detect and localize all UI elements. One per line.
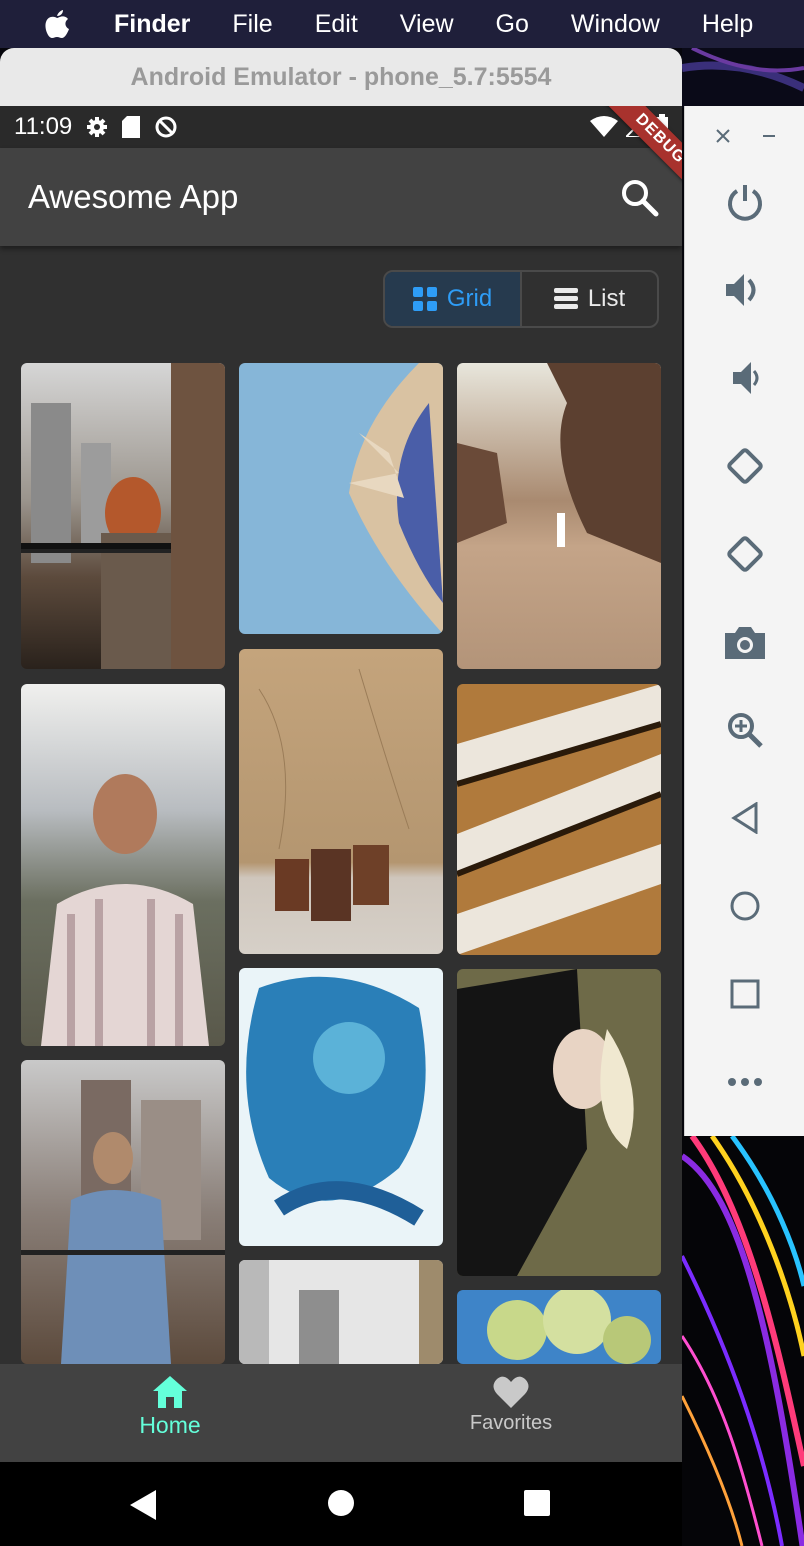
home-circle-icon[interactable]	[328, 1490, 354, 1516]
desktop-wallpaper	[682, 1136, 804, 1546]
city-buildings-image	[239, 1260, 443, 1364]
woman-sequin-dress-image	[457, 969, 634, 1276]
menu-help[interactable]: Help	[702, 10, 753, 39]
list-icon	[553, 288, 578, 309]
menu-file[interactable]: File	[232, 10, 272, 39]
list-view-button[interactable]: List	[522, 272, 657, 326]
menu-view[interactable]: View	[400, 10, 454, 39]
view-toggle: Grid List	[383, 270, 659, 328]
sculpture-sky-image	[349, 363, 443, 634]
man-denim-jacket-image	[21, 1080, 225, 1364]
blue-flower-paint-image	[246, 976, 426, 1226]
person-on-beach-image	[457, 363, 661, 563]
home-icon	[153, 1376, 187, 1408]
emulator-overview-icon[interactable]	[723, 972, 767, 1016]
emulator-window-title: Android Emulator - phone_5.7:5554	[0, 48, 682, 106]
drums-wall-image	[258, 668, 410, 921]
photo-tree-blossoms[interactable]	[457, 1290, 661, 1364]
search-icon[interactable]	[620, 178, 660, 218]
photo-sculpture-sky[interactable]	[239, 363, 443, 634]
desktop-wallpaper-top	[681, 46, 804, 108]
photo-woman-on-balcony[interactable]	[21, 363, 225, 669]
macos-menubar: Finder File Edit View Go Window Help	[0, 0, 804, 48]
grid-view-label: Grid	[446, 285, 493, 312]
sd-card-icon	[122, 116, 141, 138]
menu-go[interactable]: Go	[496, 10, 529, 39]
photo-city-buildings[interactable]	[239, 1260, 443, 1364]
menu-edit[interactable]: Edit	[315, 10, 358, 39]
man-striped-shirt-image	[41, 774, 209, 1046]
photo-person-on-beach[interactable]	[457, 363, 661, 669]
escalators-image	[457, 684, 661, 955]
woman-on-balcony-image	[21, 363, 225, 669]
back-icon[interactable]	[130, 1490, 156, 1520]
menu-window[interactable]: Window	[571, 10, 660, 39]
emulator-side-toolbar	[684, 106, 804, 1136]
heart-icon	[493, 1376, 529, 1408]
nav-favorites-label: Favorites	[469, 1412, 553, 1434]
volume-down-icon[interactable]	[723, 356, 767, 400]
rotate-right-icon[interactable]	[723, 532, 767, 576]
android-status-bar: 11:09	[0, 106, 682, 148]
bottom-navigation: Home Favorites	[0, 1364, 682, 1462]
app-title: Awesome App	[28, 178, 239, 215]
nav-item-home[interactable]: Home	[70, 1376, 270, 1439]
nav-item-favorites[interactable]: Favorites	[411, 1376, 611, 1435]
photo-man-striped-shirt[interactable]	[21, 684, 225, 1046]
photo-woman-sequin-dress[interactable]	[457, 969, 661, 1276]
emulator-home-icon[interactable]	[723, 884, 767, 928]
rotate-left-icon[interactable]	[723, 444, 767, 488]
recents-icon[interactable]	[524, 1490, 550, 1516]
gear-icon	[86, 116, 108, 138]
nav-home-label: Home	[139, 1412, 201, 1438]
wifi-icon	[590, 116, 618, 137]
power-icon[interactable]	[723, 180, 767, 224]
camera-icon[interactable]	[723, 620, 767, 664]
phone-screen: 11:09 Awesome App DEBUG Grid List Home F…	[0, 106, 682, 1546]
photo-drums-wall[interactable]	[239, 649, 443, 954]
zoom-icon[interactable]	[723, 708, 767, 752]
volume-up-icon[interactable]	[723, 268, 767, 312]
apple-logo-icon[interactable]	[42, 7, 72, 41]
photo-escalators[interactable]	[457, 684, 661, 955]
more-options-icon[interactable]	[723, 1060, 767, 1104]
status-time: 11:09	[14, 113, 73, 140]
emulator-back-icon[interactable]	[723, 796, 767, 840]
data-saver-icon	[154, 115, 178, 139]
minimize-icon[interactable]	[747, 114, 791, 158]
app-bar: Awesome App	[0, 148, 682, 246]
photo-man-denim-jacket[interactable]	[21, 1060, 225, 1364]
grid-view-button[interactable]: Grid	[385, 272, 522, 326]
menu-finder[interactable]: Finder	[114, 10, 190, 39]
list-view-label: List	[587, 285, 626, 312]
tree-blossoms-image	[487, 1290, 651, 1364]
grid-icon	[412, 287, 437, 311]
android-navigation-bar	[0, 1462, 682, 1546]
close-icon[interactable]	[701, 114, 745, 158]
photo-blue-flower-paint[interactable]	[239, 968, 443, 1246]
